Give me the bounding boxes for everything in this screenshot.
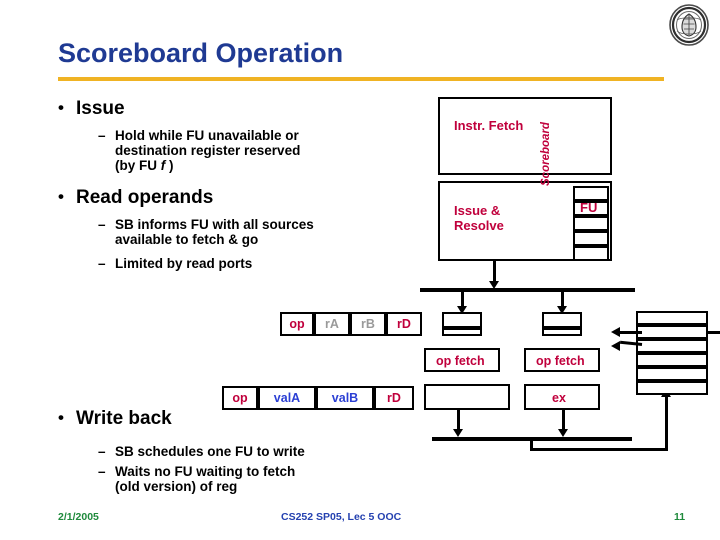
instr-fetch-box (438, 97, 612, 175)
subbullet-write-1: – SB schedules one FU to write (98, 444, 415, 459)
bullet-dot-icon: • (58, 187, 64, 206)
fu-stack-row (573, 231, 609, 246)
execute-box-left (424, 384, 510, 410)
regfile-read-arrow-1-icon (611, 327, 620, 337)
subbullet-issue-1: – Hold while FU unavailable or destinati… (98, 128, 405, 173)
instr-reg-cell-rA: rA (314, 312, 350, 336)
slide-canvas: Scoreboard Operation • Issue – Hold while… (0, 0, 720, 540)
fu-label: FU (580, 200, 598, 215)
top-bus-line (420, 288, 635, 292)
regfile-row (636, 381, 708, 395)
footer-course: CS252 SP05, Lec 5 OOC (281, 511, 402, 523)
regfile-row (636, 367, 708, 381)
footer-page-number: 11 (674, 511, 686, 523)
op-fetch-label-left: op fetch (436, 354, 485, 368)
regfile-row (636, 339, 708, 353)
ex-label: ex (552, 391, 566, 405)
writeback-stub-line (530, 437, 533, 450)
subbullet-read-1-line2: available to fetch & go (115, 232, 259, 247)
subbullet-issue-1-line3: (by FU f ) (115, 158, 174, 173)
regfile-row (636, 311, 708, 325)
instr-reg-cell-op: op (280, 312, 314, 336)
latch-box-left-top (442, 312, 482, 328)
footer-date: 2/1/2005 (58, 511, 99, 523)
subbullet-read-2: – Limited by read ports (98, 256, 415, 271)
latch-box-right-top (542, 312, 582, 328)
operand-reg-cell-op: op (222, 386, 258, 410)
issue-resolve-label: Issue & Resolve (454, 203, 504, 233)
regfile-row (636, 325, 708, 339)
writeback-horizontal-line (530, 448, 668, 451)
subbullet-read-1: – SB informs FU with all sources availab… (98, 217, 415, 247)
dash-icon: – (98, 217, 106, 232)
bullet-issue-label: Issue (76, 98, 125, 119)
bullet-dot-icon: • (58, 98, 64, 117)
op-fetch-label-right: op fetch (536, 354, 585, 368)
operand-reg-cell-valA: valA (258, 386, 316, 410)
regfile-right-tap-line (708, 331, 720, 334)
dash-icon: – (98, 444, 106, 459)
bullet-write-back-label: Write back (76, 408, 172, 429)
university-seal-logo (668, 4, 710, 46)
fu-stack-row (573, 186, 609, 201)
fu-stack-row (573, 246, 609, 261)
writeback-vertical-line (665, 397, 668, 449)
subbullet-write-2-line1: Waits no FU waiting to fetch (115, 464, 296, 479)
latch-box-right-bottom (542, 328, 582, 336)
regfile-row (636, 353, 708, 367)
regfile-read-line-1 (620, 331, 642, 334)
subbullet-issue-1-line1: Hold while FU unavailable or (115, 128, 299, 143)
dash-icon: – (98, 128, 106, 143)
operand-reg-cell-rD: rD (374, 386, 414, 410)
subbullet-write-2: – Waits no FU waiting to fetch (old vers… (98, 464, 415, 494)
fu-stack-row (573, 216, 609, 231)
bullet-issue: • Issue (58, 98, 125, 120)
scoreboard-vertical-label: Scoreboard (540, 122, 552, 186)
bullet-dot-icon: • (58, 408, 64, 427)
subbullet-write-2-line2: (old version) of reg (115, 479, 238, 494)
page-title: Scoreboard Operation (58, 38, 344, 68)
bullet-read-operands: • Read operands (58, 187, 213, 209)
instr-fetch-label: Instr. Fetch (454, 118, 524, 133)
bullet-write-back: • Write back (58, 408, 172, 430)
instr-reg-cell-rB: rB (350, 312, 386, 336)
subbullet-write-1-line1: SB schedules one FU to write (115, 444, 305, 459)
latch-box-left-bottom (442, 328, 482, 336)
subbullet-read-1-line1: SB informs FU with all sources (115, 217, 314, 232)
regfile-read-arrow-2-icon (611, 341, 620, 351)
subbullet-issue-1-line2: destination register reserved (115, 143, 301, 158)
dash-icon: – (98, 464, 106, 479)
ex-to-bottombus-arrow-right-icon (558, 429, 568, 437)
ex-to-bottombus-arrow-left-icon (453, 429, 463, 437)
bullet-read-operands-label: Read operands (76, 187, 214, 208)
dash-icon: – (98, 256, 106, 271)
operand-reg-cell-valB: valB (316, 386, 374, 410)
instr-reg-cell-rD: rD (386, 312, 422, 336)
subbullet-read-2-line1: Limited by read ports (115, 256, 253, 271)
title-underline-rule (58, 77, 664, 81)
